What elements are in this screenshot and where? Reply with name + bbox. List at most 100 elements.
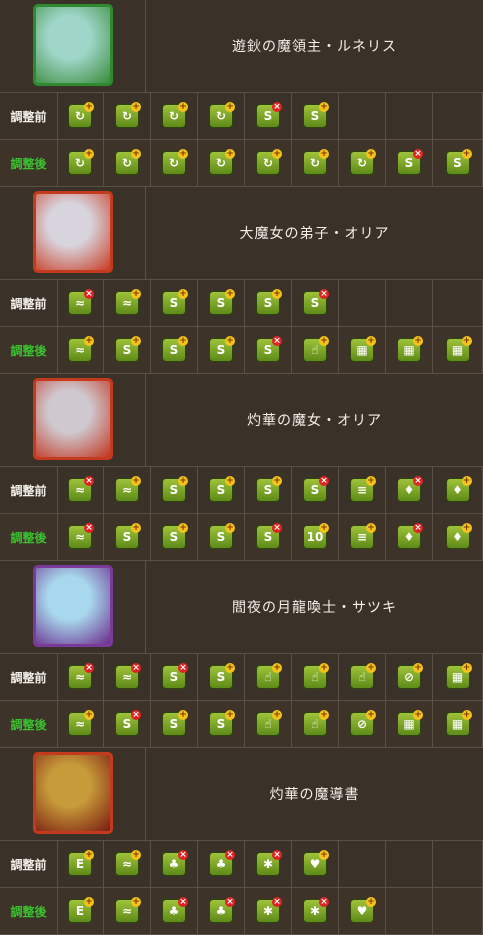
poison-resist-icon[interactable]: ✱ × <box>303 897 329 923</box>
skill-boost-icon[interactable]: ↻ + <box>256 149 282 175</box>
cross-badge-icon: × <box>319 289 329 299</box>
skill-boost-icon[interactable]: ↻ + <box>209 149 235 175</box>
extend-time-icon[interactable]: ☝ + <box>256 663 282 689</box>
bind-resist-icon[interactable]: S + <box>303 102 329 128</box>
combo-icon[interactable]: ≡ + <box>350 523 376 549</box>
enhanced-attack-icon[interactable]: E + <box>68 897 94 923</box>
bind-recovery-icon[interactable]: ≈ × <box>68 663 94 689</box>
card-row: 大魔女の弟子・オリア <box>0 187 483 280</box>
orb-enhance-icon[interactable]: S + <box>162 710 188 736</box>
skill-boost-icon[interactable]: ↻ + <box>115 102 141 128</box>
ten-combo-icon[interactable]: 10 + <box>303 523 329 549</box>
dark-resist-icon[interactable]: ♣ × <box>209 897 235 923</box>
awakening-row-after: 調整後 E + ≈ + ♣ × ♣ × ✱ × ✱ × ♥ + <box>0 888 483 935</box>
heart-resist-icon[interactable]: ♥ + <box>350 897 376 923</box>
heart-icon[interactable]: ♦ × <box>397 523 423 549</box>
skill-boost-icon[interactable]: ↻ + <box>162 149 188 175</box>
bind-recovery-icon[interactable]: ≈ × <box>68 476 94 502</box>
heart-icon[interactable]: ♦ × <box>397 476 423 502</box>
portrait-cell <box>0 748 146 840</box>
bind-recovery-icon[interactable]: ≈ + <box>115 850 141 876</box>
bind-resist-icon[interactable]: S × <box>303 476 329 502</box>
skill-boost-icon[interactable]: ↻ + <box>162 102 188 128</box>
bind-resist-icon[interactable]: S + <box>256 289 282 315</box>
awakening-slot: ↻ + <box>57 140 104 186</box>
awakening-symbol: ↻ <box>74 109 86 123</box>
orb-enhance-icon[interactable]: S + <box>209 710 235 736</box>
extend-time-icon[interactable]: ☝ + <box>303 710 329 736</box>
awakening-symbol: ☝ <box>264 670 272 684</box>
orb-enhance-icon[interactable]: S + <box>162 289 188 315</box>
guard-break-icon[interactable]: ⊘ + <box>397 663 423 689</box>
damage-up-icon[interactable]: ▦ + <box>445 663 472 689</box>
awakening-symbol: ♣ <box>168 904 180 918</box>
damage-up-icon[interactable]: ▦ + <box>397 336 423 362</box>
bind-recovery-icon[interactable]: ≈ + <box>68 336 94 362</box>
extend-time-icon[interactable]: ☝ + <box>256 710 282 736</box>
card-portrait-icon[interactable] <box>33 565 113 647</box>
orb-enhance-icon[interactable]: S + <box>209 523 235 549</box>
bind-resist-icon[interactable]: S × <box>256 102 282 128</box>
bind-resist-icon[interactable]: S × <box>256 336 282 362</box>
card-portrait-icon[interactable] <box>33 191 113 273</box>
extend-time-icon[interactable]: ☝ + <box>350 663 376 689</box>
cross-badge-icon: × <box>178 663 188 673</box>
poison-resist-icon[interactable]: ✱ × <box>256 897 282 923</box>
awakening-row-before: 調整前 ≈ × ≈ + S + S + S + S × ≡ + ♦ × ♦ + <box>0 467 483 514</box>
bind-recovery-icon[interactable]: ≈ × <box>68 523 94 549</box>
extend-time-icon[interactable]: ☝ + <box>303 336 329 362</box>
bind-resist-icon[interactable]: S × <box>397 149 423 175</box>
poison-resist-icon[interactable]: ✱ × <box>256 850 282 876</box>
enhanced-attack-icon[interactable]: E + <box>68 850 94 876</box>
orb-enhance-icon[interactable]: S + <box>115 336 141 362</box>
heart-icon[interactable]: ♦ + <box>445 476 472 502</box>
bind-resist-icon[interactable]: S × <box>303 289 329 315</box>
orb-enhance-icon[interactable]: S + <box>162 476 188 502</box>
damage-up-icon[interactable]: ▦ + <box>445 710 472 736</box>
orb-enhance-icon[interactable]: S + <box>162 336 188 362</box>
bind-recovery-icon[interactable]: ≈ × <box>115 663 141 689</box>
card-portrait-icon[interactable] <box>33 4 113 86</box>
skill-boost-icon[interactable]: ↻ + <box>303 149 329 175</box>
orb-enhance-icon[interactable]: S + <box>115 523 141 549</box>
bind-recovery-icon[interactable]: ≈ + <box>115 897 141 923</box>
bind-recovery-icon[interactable]: ≈ + <box>115 289 141 315</box>
extend-time-icon[interactable]: ☝ + <box>303 663 329 689</box>
damage-up-icon[interactable]: ▦ + <box>350 336 376 362</box>
bind-resist-icon[interactable]: S + <box>256 476 282 502</box>
bind-recovery-icon[interactable]: ≈ + <box>68 710 94 736</box>
bind-recovery-icon[interactable]: ≈ + <box>115 476 141 502</box>
orb-enhance-icon[interactable]: S + <box>209 289 235 315</box>
bind-resist-icon[interactable]: S + <box>445 149 472 175</box>
bind-resist-icon[interactable]: S + <box>209 336 235 362</box>
plus-badge-icon: + <box>178 476 188 486</box>
bind-resist-icon[interactable]: S × <box>115 710 141 736</box>
card-portrait-icon[interactable] <box>33 378 113 460</box>
bind-resist-icon[interactable]: S × <box>162 663 188 689</box>
damage-up-icon[interactable]: ▦ + <box>445 336 472 362</box>
skill-boost-icon[interactable]: ↻ + <box>68 102 94 128</box>
skill-boost-icon[interactable]: ↻ + <box>209 102 235 128</box>
awakening-slot <box>433 888 483 934</box>
dark-resist-icon[interactable]: ♣ × <box>209 850 235 876</box>
skill-boost-icon[interactable]: ↻ + <box>68 149 94 175</box>
guard-break-icon[interactable]: ⊘ + <box>350 710 376 736</box>
orb-enhance-icon[interactable]: S + <box>162 523 188 549</box>
dark-resist-icon[interactable]: ♣ × <box>162 897 188 923</box>
plus-badge-icon: + <box>413 663 423 673</box>
dark-resist-icon[interactable]: ♣ × <box>162 850 188 876</box>
combo-icon[interactable]: ≡ + <box>350 476 376 502</box>
heart-icon[interactable]: ♦ + <box>445 523 472 549</box>
bind-recovery-icon[interactable]: ≈ × <box>68 289 94 315</box>
skill-boost-icon[interactable]: ↻ + <box>350 149 376 175</box>
orb-enhance-icon[interactable]: S + <box>209 476 235 502</box>
damage-up-icon[interactable]: ▦ + <box>397 710 423 736</box>
plus-badge-icon: + <box>178 523 188 533</box>
before-label: 調整前 <box>0 654 58 700</box>
orb-enhance-icon[interactable]: S + <box>209 663 235 689</box>
skill-boost-icon[interactable]: ↻ + <box>115 149 141 175</box>
card-portrait-icon[interactable] <box>33 752 113 834</box>
heart-resist-icon[interactable]: ♥ + <box>303 850 329 876</box>
bind-resist-icon[interactable]: S × <box>256 523 282 549</box>
awakening-row-before: 調整前 ↻ + ↻ + ↻ + ↻ + S × S + <box>0 93 483 140</box>
